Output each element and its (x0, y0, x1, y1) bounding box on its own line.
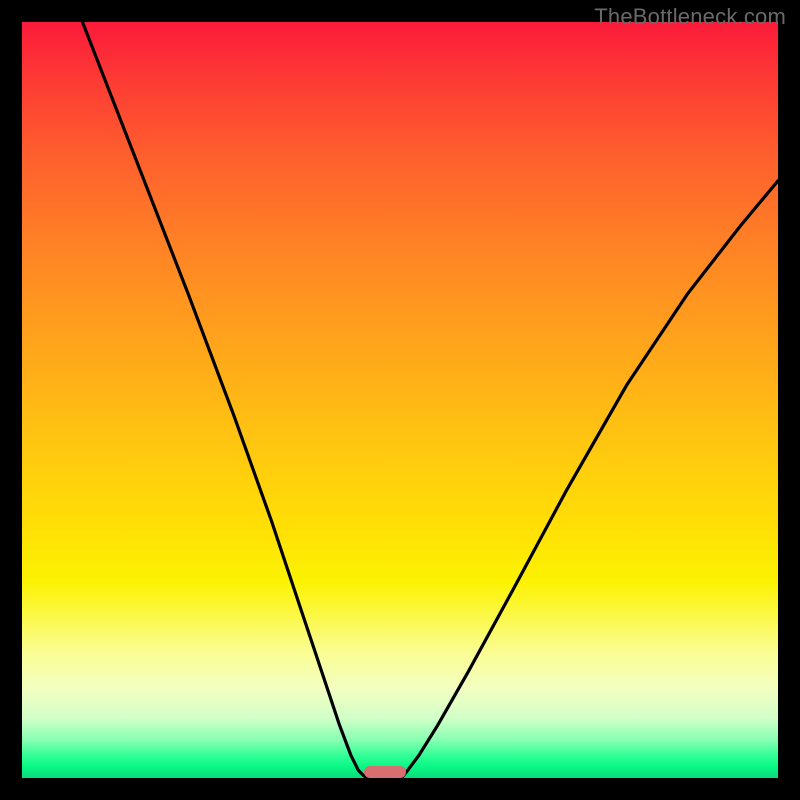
watermark-text: TheBottleneck.com (594, 4, 786, 30)
left-curve (83, 22, 369, 778)
chart-frame (22, 22, 778, 778)
curve-layer (22, 22, 778, 778)
right-curve (402, 181, 779, 778)
bottleneck-marker (364, 766, 406, 778)
